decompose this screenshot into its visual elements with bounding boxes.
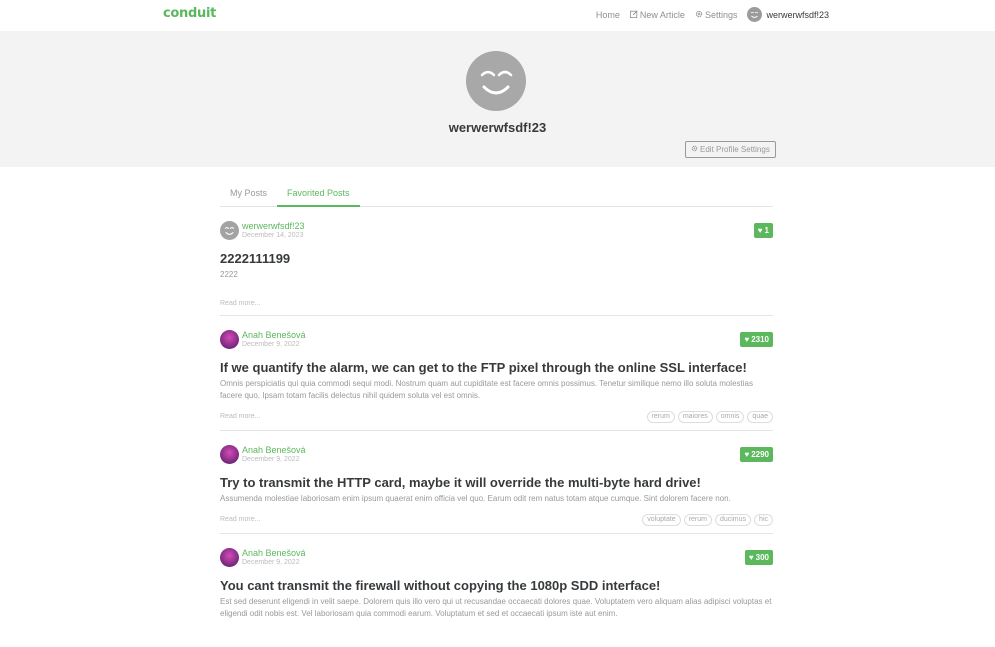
- author-name-link[interactable]: Anah Benešová: [242, 548, 306, 558]
- article-description[interactable]: 2222: [220, 269, 773, 281]
- article-meta: Anah Benešová December 9, 2022 ♥ 300: [220, 548, 773, 568]
- article-title[interactable]: If we quantify the alarm, we can get to …: [220, 360, 773, 376]
- gear-icon: [695, 10, 703, 20]
- article-description[interactable]: Omnis perspiciatis qui quia commodi sequ…: [220, 378, 773, 402]
- nav-user-avatar: [747, 7, 763, 22]
- article-footer: Read more... voluptate rerum ducimus hic: [220, 511, 773, 533]
- nav-profile-link[interactable]: werwerwfsdf!23: [747, 7, 829, 22]
- favorite-count: 300: [755, 553, 769, 562]
- author-avatar[interactable]: [220, 221, 239, 240]
- tag-pill[interactable]: omnis: [715, 411, 745, 423]
- tag-pill[interactable]: quae: [747, 411, 773, 423]
- article-meta: Anah Benešová December 9, 2022 ♥ 2290: [220, 445, 773, 465]
- navbar: conduit Home New Article Settings werwer…: [0, 0, 995, 31]
- article-description[interactable]: Assumenda molestiae laboriosam enim ipsu…: [220, 493, 773, 505]
- nav-links: Home New Article Settings werwerwfsdf!23: [596, 0, 829, 29]
- article-description[interactable]: Est sed deserunt eligendi in velit saepe…: [220, 596, 773, 620]
- brand-logo-link[interactable]: conduit: [163, 6, 216, 21]
- article-feed: werwerwfsdf!23 December 14, 2023 ♥ 1 222…: [220, 207, 773, 620]
- profile-banner: werwerwfsdf!23 Edit Profile Settings: [0, 31, 995, 167]
- heart-icon: ♥: [744, 335, 750, 344]
- tag-pill[interactable]: hic: [754, 514, 773, 526]
- author-avatar[interactable]: [220, 445, 239, 464]
- tag-pill[interactable]: rerum: [646, 411, 675, 423]
- article-preview: werwerwfsdf!23 December 14, 2023 ♥ 1 222…: [220, 207, 773, 316]
- author-avatar[interactable]: [220, 330, 239, 349]
- heart-icon: ♥: [757, 226, 763, 235]
- article-date: December 9, 2022: [242, 559, 300, 566]
- tag-pill[interactable]: maiores: [677, 411, 713, 423]
- author-name-link[interactable]: Anah Benešová: [242, 330, 306, 340]
- article-meta: werwerwfsdf!23 December 14, 2023 ♥ 1: [220, 221, 773, 241]
- article-meta: Anah Benešová December 9, 2022 ♥ 2310: [220, 330, 773, 350]
- nav-settings-label: Settings: [704, 9, 738, 20]
- nav-username: werwerwfsdf!23: [766, 9, 829, 20]
- edit-profile-settings-button[interactable]: Edit Profile Settings: [685, 141, 776, 158]
- author-name-link[interactable]: Anah Benešová: [242, 445, 306, 455]
- edit-profile-settings-label: Edit Profile Settings: [700, 145, 770, 154]
- tag-pill[interactable]: rerum: [683, 514, 712, 526]
- article-footer: Read more... rerum maiores omnis quae: [220, 408, 773, 430]
- profile-username: werwerwfsdf!23: [448, 120, 547, 135]
- nav-home-label: Home: [595, 9, 620, 20]
- article-footer: Read more...: [220, 295, 773, 315]
- article-preview: Anah Benešová December 9, 2022 ♥ 2310 If…: [220, 316, 773, 431]
- article-preview: Anah Benešová December 9, 2022 ♥ 2290 Tr…: [220, 431, 773, 534]
- favorite-count: 2290: [751, 450, 769, 459]
- nav-home-link[interactable]: Home: [596, 10, 620, 20]
- author-avatar[interactable]: [220, 548, 239, 567]
- article-date: December 14, 2023: [242, 232, 304, 239]
- tag-list: rerum maiores omnis quae: [646, 411, 773, 423]
- article-date: December 9, 2022: [242, 456, 300, 463]
- article-date: December 9, 2022: [242, 341, 300, 348]
- tag-list: voluptate rerum ducimus hic: [642, 514, 773, 526]
- heart-icon: ♥: [744, 450, 750, 459]
- tag-pill[interactable]: ducimus: [714, 514, 752, 526]
- favorite-button[interactable]: ♥ 2290: [740, 447, 773, 462]
- tab-favorited-posts[interactable]: Favorited Posts: [277, 185, 360, 207]
- favorite-count: 2310: [751, 335, 769, 344]
- author-name-link[interactable]: werwerwfsdf!23: [242, 221, 305, 231]
- edit-icon: [629, 9, 638, 20]
- favorite-count: 1: [764, 226, 769, 235]
- gear-icon: [691, 145, 698, 154]
- tag-pill[interactable]: voluptate: [642, 514, 681, 526]
- favorite-button[interactable]: ♥ 1: [753, 223, 773, 238]
- article-preview: Anah Benešová December 9, 2022 ♥ 300 You…: [220, 534, 773, 620]
- profile-avatar: [466, 51, 526, 111]
- nav-new-article-label: New Article: [639, 9, 685, 20]
- nav-new-article-link[interactable]: New Article: [629, 9, 685, 20]
- read-more-link[interactable]: Read more...: [220, 413, 260, 420]
- article-title[interactable]: You cant transmit the firewall without c…: [220, 578, 773, 594]
- read-more-link[interactable]: Read more...: [220, 516, 260, 523]
- nav-settings-link[interactable]: Settings: [695, 9, 738, 20]
- article-title[interactable]: Try to transmit the HTTP card, maybe it …: [220, 475, 773, 491]
- tab-my-posts[interactable]: My Posts: [220, 185, 277, 207]
- heart-icon: ♥: [748, 553, 754, 562]
- article-title[interactable]: 2222111199: [220, 251, 773, 267]
- read-more-link[interactable]: Read more...: [220, 300, 260, 307]
- favorite-button[interactable]: ♥ 2310: [740, 332, 773, 347]
- favorite-button[interactable]: ♥ 300: [744, 550, 773, 565]
- profile-tabs: My Posts Favorited Posts: [220, 185, 773, 207]
